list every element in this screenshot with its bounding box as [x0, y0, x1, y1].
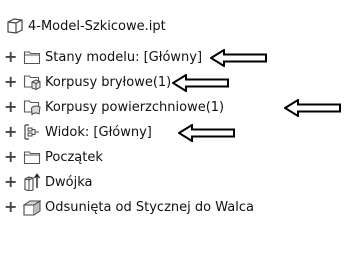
root-label: 4-Model-Szkicowe.ipt	[28, 18, 166, 34]
folder-icon	[23, 148, 41, 166]
tree-root[interactable]: 4-Model-Szkicowe.ipt	[6, 15, 166, 37]
expand-toggle[interactable]: +	[4, 146, 17, 168]
callout-arrow-icon	[178, 124, 236, 142]
callout-arrow-icon	[284, 99, 342, 117]
folder-icon	[23, 48, 41, 66]
expand-toggle[interactable]: +	[4, 71, 17, 93]
expand-toggle[interactable]: +	[4, 121, 17, 143]
tree-item-label: Korpusy bryłowe(1)	[45, 74, 172, 90]
tree-item-label: Widok: [Główny]	[45, 124, 152, 140]
tree-item-label: Korpusy powierzchniowe(1)	[45, 99, 225, 115]
expand-toggle[interactable]: +	[4, 46, 17, 68]
tree-item-label: Stany modelu: [Główny]	[45, 49, 203, 65]
expand-toggle[interactable]: +	[4, 196, 17, 218]
tree-item-label: Odsunięta od Stycznej do Walca	[45, 199, 254, 215]
expand-toggle[interactable]: +	[4, 171, 17, 193]
work-plane-feature-icon	[23, 198, 41, 216]
callout-arrow-icon	[172, 74, 230, 92]
expand-toggle[interactable]: +	[4, 96, 17, 118]
tree-item-label: Dwójka	[45, 174, 93, 190]
model-browser-tree: 4-Model-Szkicowe.ipt + Stany modelu: [Gł…	[0, 0, 345, 265]
view-icon	[23, 123, 41, 141]
extrude-feature-icon	[23, 173, 41, 191]
surface-bodies-folder-icon	[23, 98, 41, 116]
tree-item-label: Początek	[45, 149, 103, 165]
part-cube-icon	[6, 17, 24, 35]
callout-arrow-icon	[210, 49, 268, 67]
solid-bodies-folder-icon	[23, 73, 41, 91]
